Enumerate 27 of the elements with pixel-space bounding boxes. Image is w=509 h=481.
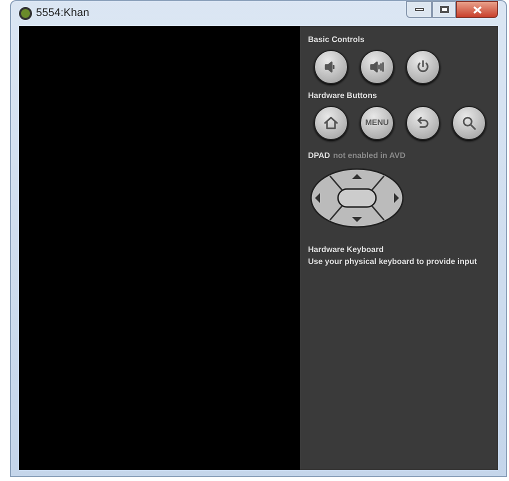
speaker-loud-icon: [369, 59, 385, 75]
window-title: 5554:Khan: [36, 6, 90, 22]
power-icon: [415, 59, 431, 75]
minimize-button[interactable]: [406, 1, 432, 18]
round-button[interactable]: [314, 50, 348, 84]
round-button[interactable]: [452, 106, 486, 140]
round-button[interactable]: [406, 106, 440, 140]
dpad-label: DPAD: [308, 150, 330, 162]
round-button[interactable]: [314, 106, 348, 140]
menu-button[interactable]: MENU: [360, 106, 394, 140]
close-icon: [472, 6, 482, 14]
section-title: Basic Controls: [308, 34, 366, 46]
search-icon: [461, 115, 477, 131]
home-icon: [323, 115, 339, 131]
app-icon: [19, 7, 32, 20]
maximize-button[interactable]: [432, 1, 456, 18]
dpad-note: not enabled in AVD: [333, 150, 406, 162]
back-arrow-icon: [415, 115, 431, 131]
section-title: Hardware Buttons: [308, 90, 378, 102]
keyboard-title: Hardware Keyboard: [308, 244, 385, 256]
round-button[interactable]: [360, 50, 394, 84]
round-button[interactable]: [406, 50, 440, 84]
close-button[interactable]: [456, 1, 498, 18]
dpad-drawing[interactable]: [310, 168, 404, 228]
minimize-icon: [414, 8, 424, 11]
maximize-icon: [440, 6, 448, 13]
keyboard-description: Use your physical keyboard to provide input: [308, 256, 478, 268]
